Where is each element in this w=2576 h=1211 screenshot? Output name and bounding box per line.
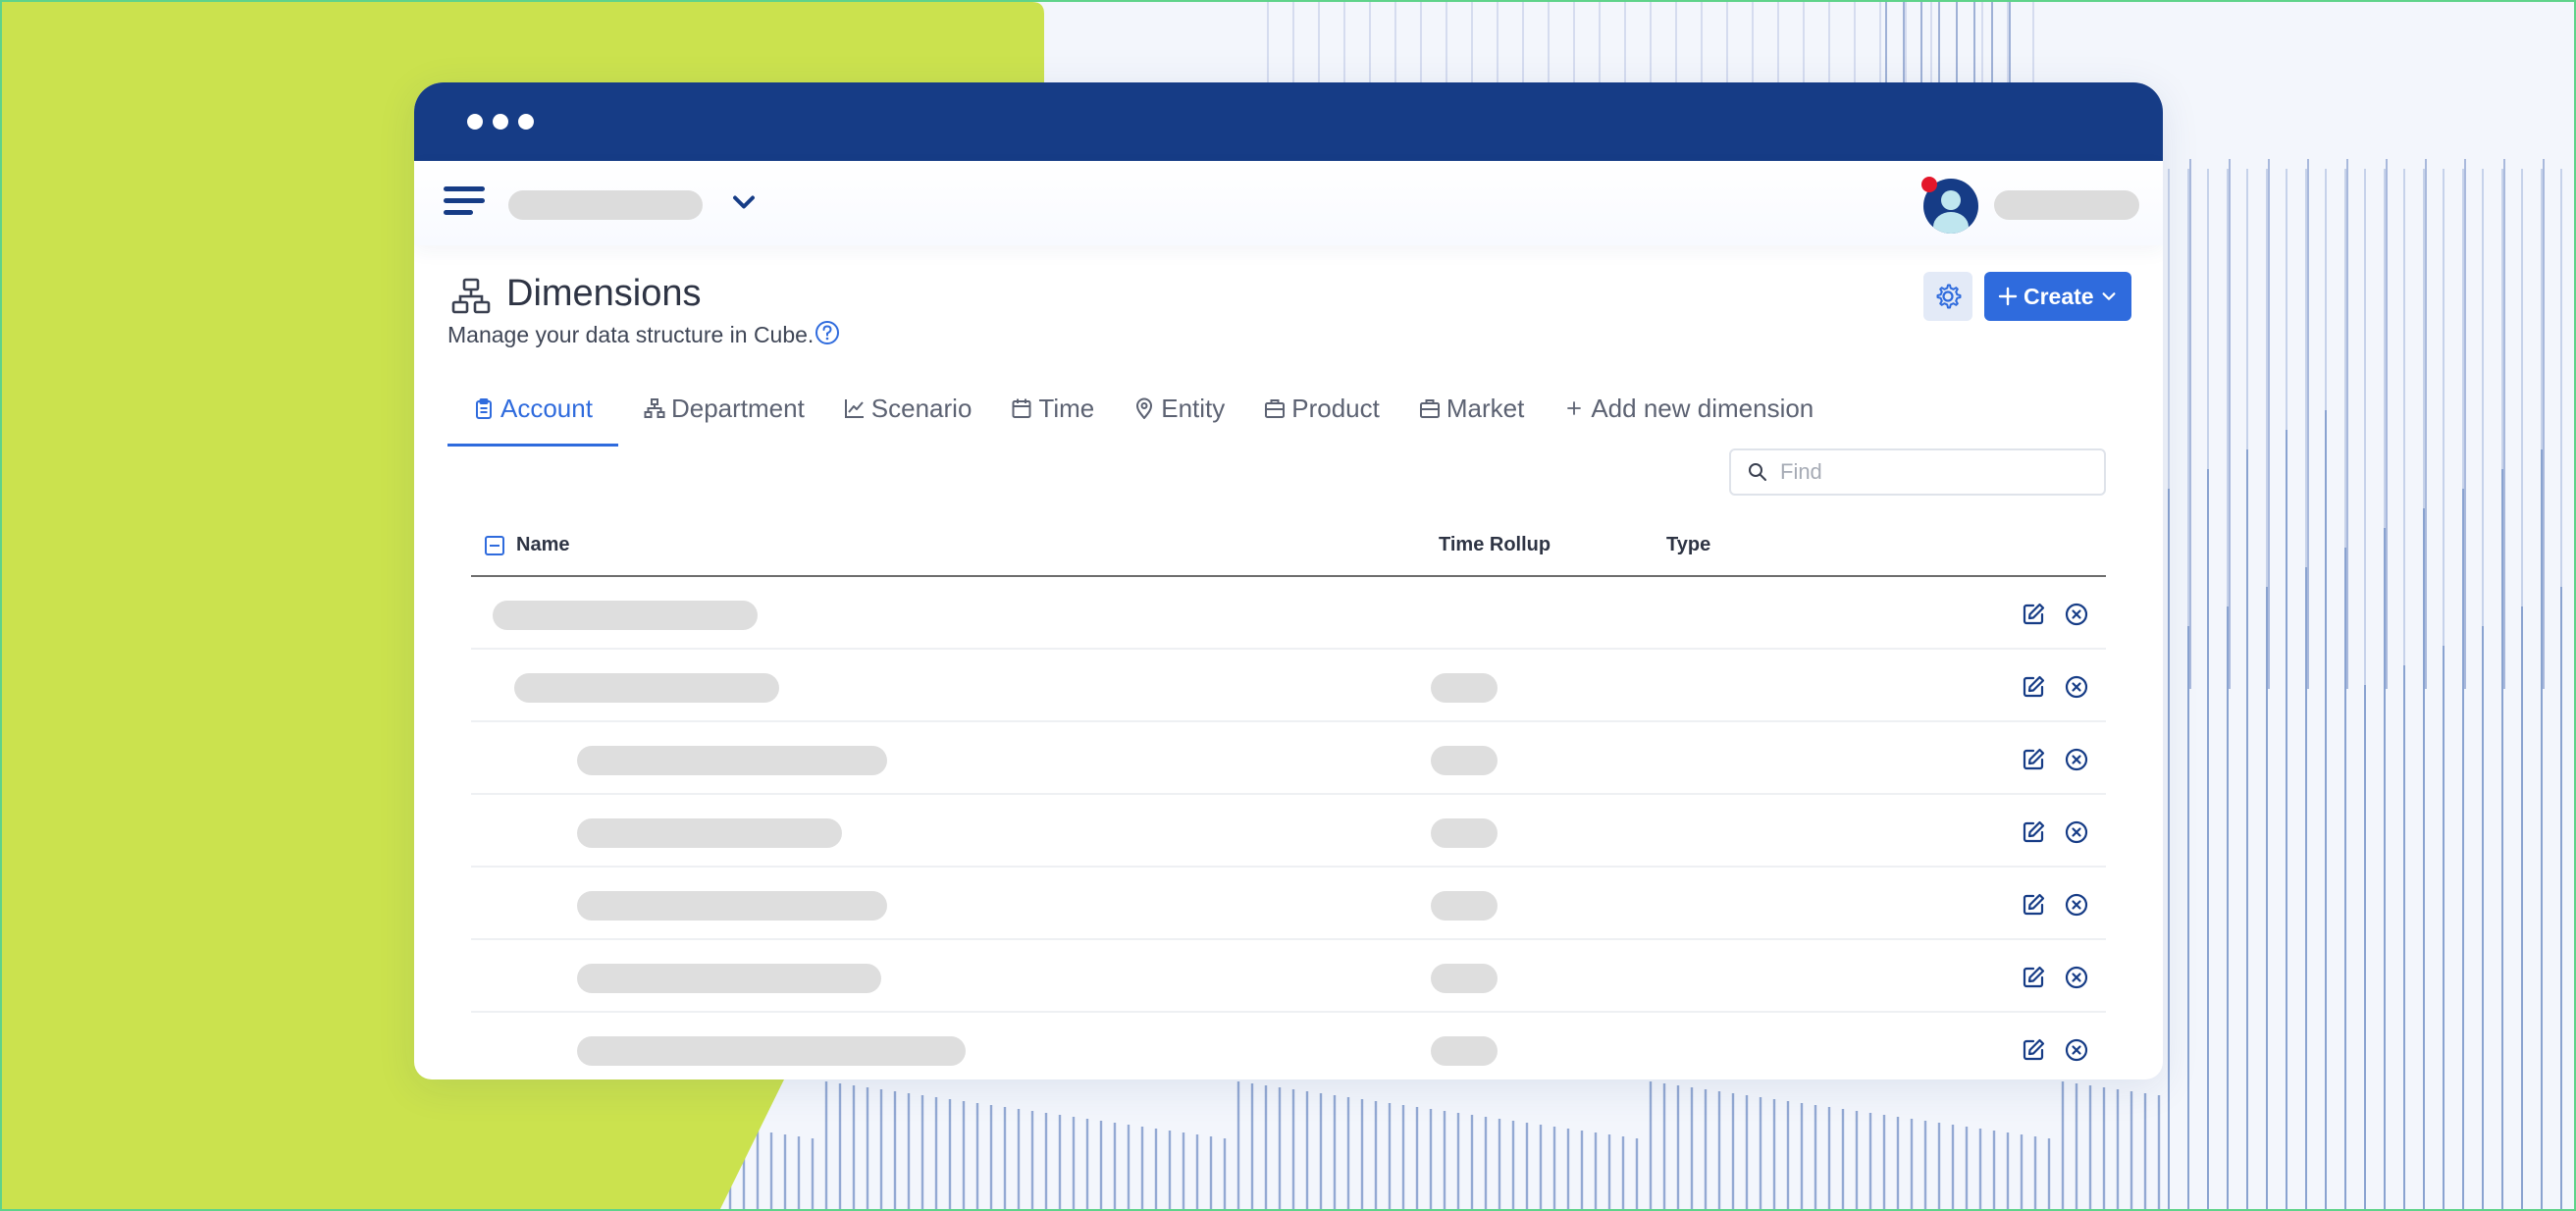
name-placeholder [577, 964, 881, 993]
calendar-icon [1012, 398, 1031, 418]
time-rollup-placeholder [1431, 1036, 1498, 1066]
user-name-placeholder [1994, 190, 2139, 220]
edit-icon[interactable] [2020, 964, 2047, 991]
create-button-label: Create [2024, 283, 2094, 309]
gear-icon [1936, 284, 1962, 309]
name-placeholder [577, 746, 887, 775]
delete-icon[interactable] [2063, 1036, 2090, 1064]
hamburger-icon[interactable] [444, 186, 485, 218]
window-dot [493, 114, 508, 130]
column-header-time-rollup[interactable]: Time Rollup [1439, 534, 1551, 556]
page-subtitle: Manage your data structure in Cube. [447, 322, 815, 347]
create-button[interactable]: Create [1984, 272, 2131, 321]
plus-icon [1567, 401, 1582, 415]
org-chart-icon [644, 398, 665, 418]
help-circle-icon[interactable] [815, 320, 840, 345]
window-titlebar [414, 82, 2163, 161]
table-row[interactable] [471, 1013, 2106, 1079]
name-placeholder [514, 673, 779, 703]
tab-product[interactable]: Product [1264, 384, 1380, 433]
tab-add-new-dimension[interactable]: Add new dimension [1563, 384, 1814, 433]
table-header: Name Time Rollup Type [471, 516, 2106, 577]
table-row[interactable] [471, 650, 2106, 722]
briefcase-icon [1419, 399, 1440, 418]
delete-icon[interactable] [2063, 818, 2090, 846]
tab-label: Account [500, 393, 593, 423]
workspace-name-placeholder [508, 190, 703, 220]
app-window: Dimensions Manage your data structure in… [414, 82, 2163, 1079]
table-row[interactable] [471, 795, 2106, 868]
page-title: Dimensions [506, 273, 702, 314]
edit-icon[interactable] [2020, 673, 2047, 701]
tab-label: Time [1038, 393, 1095, 423]
dimension-table: Name Time Rollup Type [471, 516, 2106, 1079]
name-placeholder [577, 891, 887, 921]
tab-department[interactable]: Department [644, 384, 805, 433]
delete-icon[interactable] [2063, 746, 2090, 773]
tab-market[interactable]: Market [1419, 384, 1524, 433]
plus-icon [1998, 287, 2018, 306]
edit-icon[interactable] [2020, 1036, 2047, 1064]
table-body [471, 577, 2106, 1079]
map-pin-icon [1136, 397, 1153, 419]
column-header-name[interactable]: Name [516, 534, 569, 556]
window-dot [467, 114, 483, 130]
delete-icon[interactable] [2063, 964, 2090, 991]
edit-icon[interactable] [2020, 746, 2047, 773]
name-placeholder [577, 818, 842, 848]
briefcase-icon [1265, 399, 1286, 418]
tab-label: Department [670, 393, 805, 423]
clipboard-icon [476, 398, 492, 419]
tab-time[interactable]: Time [1011, 384, 1094, 433]
time-rollup-placeholder [1431, 891, 1498, 921]
tab-label: Product [1291, 393, 1380, 423]
window-dot [518, 114, 534, 130]
name-placeholder [493, 601, 758, 630]
table-row[interactable] [471, 722, 2106, 795]
line-chart-icon [844, 399, 864, 418]
tab-account[interactable]: Account [447, 384, 618, 447]
time-rollup-placeholder [1431, 673, 1498, 703]
chevron-down-icon[interactable] [726, 184, 762, 220]
dimension-tabs: Account Department Scenario Time Entity … [447, 381, 1853, 447]
time-rollup-placeholder [1431, 964, 1498, 993]
tab-label: Entity [1161, 393, 1226, 423]
time-rollup-placeholder [1431, 746, 1498, 775]
edit-icon[interactable] [2020, 891, 2047, 919]
name-placeholder [577, 1036, 966, 1066]
tab-label: Add new dimension [1591, 393, 1814, 423]
tab-label: Market [1446, 393, 1525, 423]
table-row[interactable] [471, 940, 2106, 1013]
tab-label: Scenario [870, 393, 973, 423]
delete-icon[interactable] [2063, 673, 2090, 701]
table-row[interactable] [471, 868, 2106, 940]
select-all-checkbox[interactable] [485, 536, 504, 555]
notification-dot-icon [1921, 177, 1937, 192]
search-box[interactable] [1729, 448, 2106, 496]
table-row[interactable] [471, 577, 2106, 650]
hierarchy-icon [451, 278, 491, 314]
edit-icon[interactable] [2020, 818, 2047, 846]
edit-icon[interactable] [2020, 601, 2047, 628]
time-rollup-placeholder [1431, 818, 1498, 848]
tab-entity[interactable]: Entity [1133, 384, 1225, 433]
delete-icon[interactable] [2063, 891, 2090, 919]
delete-icon[interactable] [2063, 601, 2090, 628]
column-header-type[interactable]: Type [1666, 534, 1710, 556]
settings-button[interactable] [1923, 272, 1972, 321]
tab-scenario[interactable]: Scenario [844, 384, 973, 433]
search-icon [1749, 463, 1766, 481]
search-input[interactable] [1780, 459, 2075, 485]
app-header [414, 161, 2163, 245]
chevron-down-icon [2102, 292, 2116, 300]
